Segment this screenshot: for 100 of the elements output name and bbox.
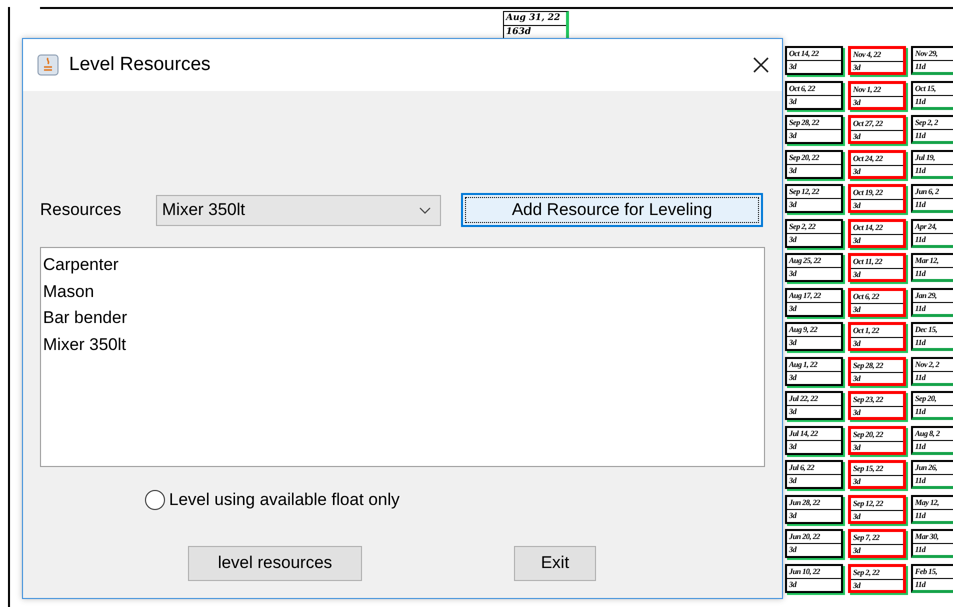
node-date: Sep 2, 22 [787,220,841,234]
node-date: Sep 20, [913,393,953,406]
node-date: Jul 6, 22 [787,462,841,475]
node-duration: 3d [788,268,798,280]
node-duration: 11d [914,440,927,452]
node-date: May 12, [913,496,953,510]
node-duration: 11d [914,372,927,384]
node-date: Oct 14, 22 [787,48,841,61]
node-duration: 3d [788,61,798,73]
window-title: Level Resources [69,52,211,77]
node-duration: 3d [852,166,862,178]
node-date: Jun 20, 22 [787,531,841,544]
node-duration: 3d [852,269,862,281]
node-date: Nov 4, 22 [851,49,903,62]
node-duration: 3d [852,442,862,454]
node-date: Sep 28, 22 [787,117,841,130]
node-duration: 11d [914,337,927,349]
list-item[interactable]: Mason [43,278,764,305]
node-duration: 3d [788,510,798,522]
chevron-icon [419,206,431,214]
node-date: Oct 1, 22 [851,325,903,338]
node-date: Jun 26, [913,462,953,475]
node-duration: 3d [788,234,798,246]
node-duration: 3d [852,96,862,108]
node-duration: 11d [914,475,927,487]
node-duration: 11d [914,406,927,418]
node-date: Jan 29, [913,290,953,302]
node-duration: 3d [788,578,798,590]
node-duration: 3d [852,510,862,522]
node-duration: 3d [852,200,862,212]
node-date: Apr 24, [913,220,953,234]
add-resource-button[interactable]: Add Resource for Leveling [461,193,763,227]
dialog-button[interactable]: Exit [514,546,596,580]
node-duration: 11d [914,96,927,108]
node-duration: 11d [914,164,927,176]
radio-label: Level using available float only [169,489,400,511]
node-date: Aug 17, 22 [787,290,841,302]
list-item[interactable]: Bar bender [43,305,764,332]
node-date: Sep 23, 22 [851,394,903,407]
node-date: Sep 20, 22 [851,428,903,442]
node-date: Oct 14, 22 [851,222,903,234]
node-date: Mar 30, [913,531,953,544]
node-duration: 3d [852,476,862,488]
node-date: Aug 9, 22 [787,324,841,337]
node-date: Nov 1, 22 [851,84,903,96]
node-date: Sep 2, 22 [851,566,903,580]
node-duration: 3d [788,302,798,314]
resources-dropdown[interactable]: Mixer 350lt [156,194,441,226]
node-date: Oct 24, 22 [851,152,903,166]
dialog-button[interactable]: level resources [188,546,362,580]
node-duration: 3d [852,580,862,592]
node-duration: 3d [852,407,862,419]
node-date: Dec 15, [913,324,953,337]
node-duration: 3d [788,164,798,176]
list-item[interactable]: Mixer 350lt [43,332,764,358]
node-date: Sep 20, 22 [787,152,841,164]
close-icon[interactable] [752,56,770,74]
node-date: Oct 6, 22 [787,82,841,96]
node-date: Sep 28, 22 [851,360,903,372]
node-date: Oct 15, [913,82,953,96]
node-duration: 11d [914,268,927,280]
node-date: Nov 29, [913,48,953,61]
node-date: Oct 6, 22 [851,290,903,304]
node-duration: 11d [914,61,927,73]
node-date: Sep 7, 22 [851,532,903,545]
node-duration: 3d [788,96,798,108]
resource-list[interactable]: Carpenter Mason Bar bender Mixer 350lt [40,247,765,467]
node-date: Sep 15, 22 [851,463,903,476]
node-duration: 11d [914,544,927,556]
node-duration: 163d [505,26,532,39]
node-date: Jul 19, [913,152,953,164]
node-duration: 3d [852,131,862,143]
node-date: Aug 31, 22 [504,12,566,26]
node-date: Oct 27, 22 [851,118,903,131]
node-duration: 11d [914,302,927,314]
node-date: Feb 15, [913,566,953,578]
node-date: Jun 10, 22 [787,566,841,578]
app-icon [37,54,59,76]
node-date: Jul 14, 22 [787,428,841,440]
node-duration: 3d [852,338,862,350]
node-date: Aug 1, 22 [787,358,841,372]
node-date: Jul 22, 22 [787,393,841,406]
node-duration: 3d [788,475,798,487]
node-date: Jun 28, 22 [787,496,841,510]
node-date: Aug 25, 22 [787,255,841,268]
radio-button[interactable] [145,490,165,510]
node-duration: 11d [914,199,927,211]
node-duration: 3d [788,337,798,349]
node-date: Jun 6, 2 [913,186,953,199]
node-duration: 3d [788,440,798,452]
node-date: Mar 12, [913,255,953,268]
node-duration: 3d [852,234,862,246]
list-item[interactable]: Carpenter [43,252,764,278]
node-duration: 3d [852,545,862,557]
node-date: Sep 2, 2 [913,117,953,130]
node-duration: 3d [788,199,798,211]
node-duration: 3d [788,130,798,142]
node-duration: 3d [852,372,862,384]
node-duration: 3d [788,372,798,384]
node-date: Nov 2, 2 [913,358,953,372]
